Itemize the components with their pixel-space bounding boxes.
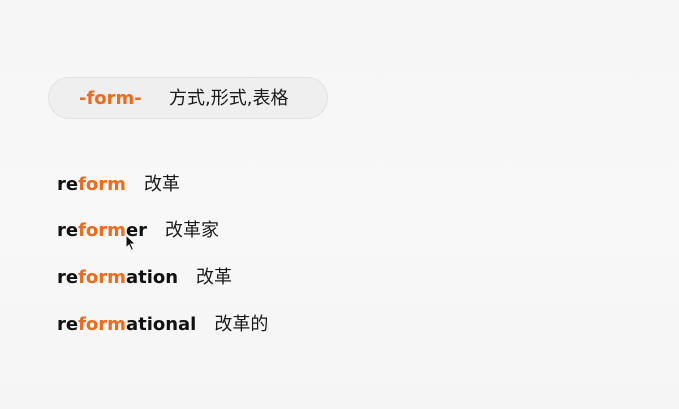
word-prefix: re	[57, 267, 79, 288]
word-suffix: ation	[125, 267, 179, 288]
word-prefix: re	[57, 220, 79, 241]
word-root: form	[78, 267, 126, 288]
word-meaning: 改革家	[165, 220, 220, 241]
word-row-reformation: reformation 改革	[57, 265, 232, 291]
word-row-reform: reform 改革	[57, 172, 180, 198]
word-row-reformer: reformer 改革家	[57, 218, 219, 244]
word-meaning: 改革的	[214, 314, 269, 335]
word-row-reformational: reformational 改革的	[57, 312, 268, 338]
word-reformational: reformational	[57, 312, 196, 338]
mouse-pointer-icon	[125, 234, 137, 252]
word-suffix: ational	[125, 314, 197, 335]
root-morpheme-pill: -form- 方式,形式,表格	[48, 77, 328, 119]
word-reform: reform	[57, 172, 126, 198]
word-meaning: 改革	[143, 174, 180, 195]
word-root: form	[78, 220, 126, 241]
root-morpheme: -form-	[79, 88, 142, 109]
word-prefix: re	[57, 174, 79, 195]
slide-canvas: -form- 方式,形式,表格 reform 改革 reformer 改革家 r…	[0, 0, 679, 409]
word-reformation: reformation	[57, 265, 178, 291]
word-meaning: 改革	[196, 267, 233, 288]
root-meaning: 方式,形式,表格	[169, 88, 289, 109]
word-root: form	[78, 314, 126, 335]
word-root: form	[78, 174, 126, 195]
word-prefix: re	[57, 314, 79, 335]
